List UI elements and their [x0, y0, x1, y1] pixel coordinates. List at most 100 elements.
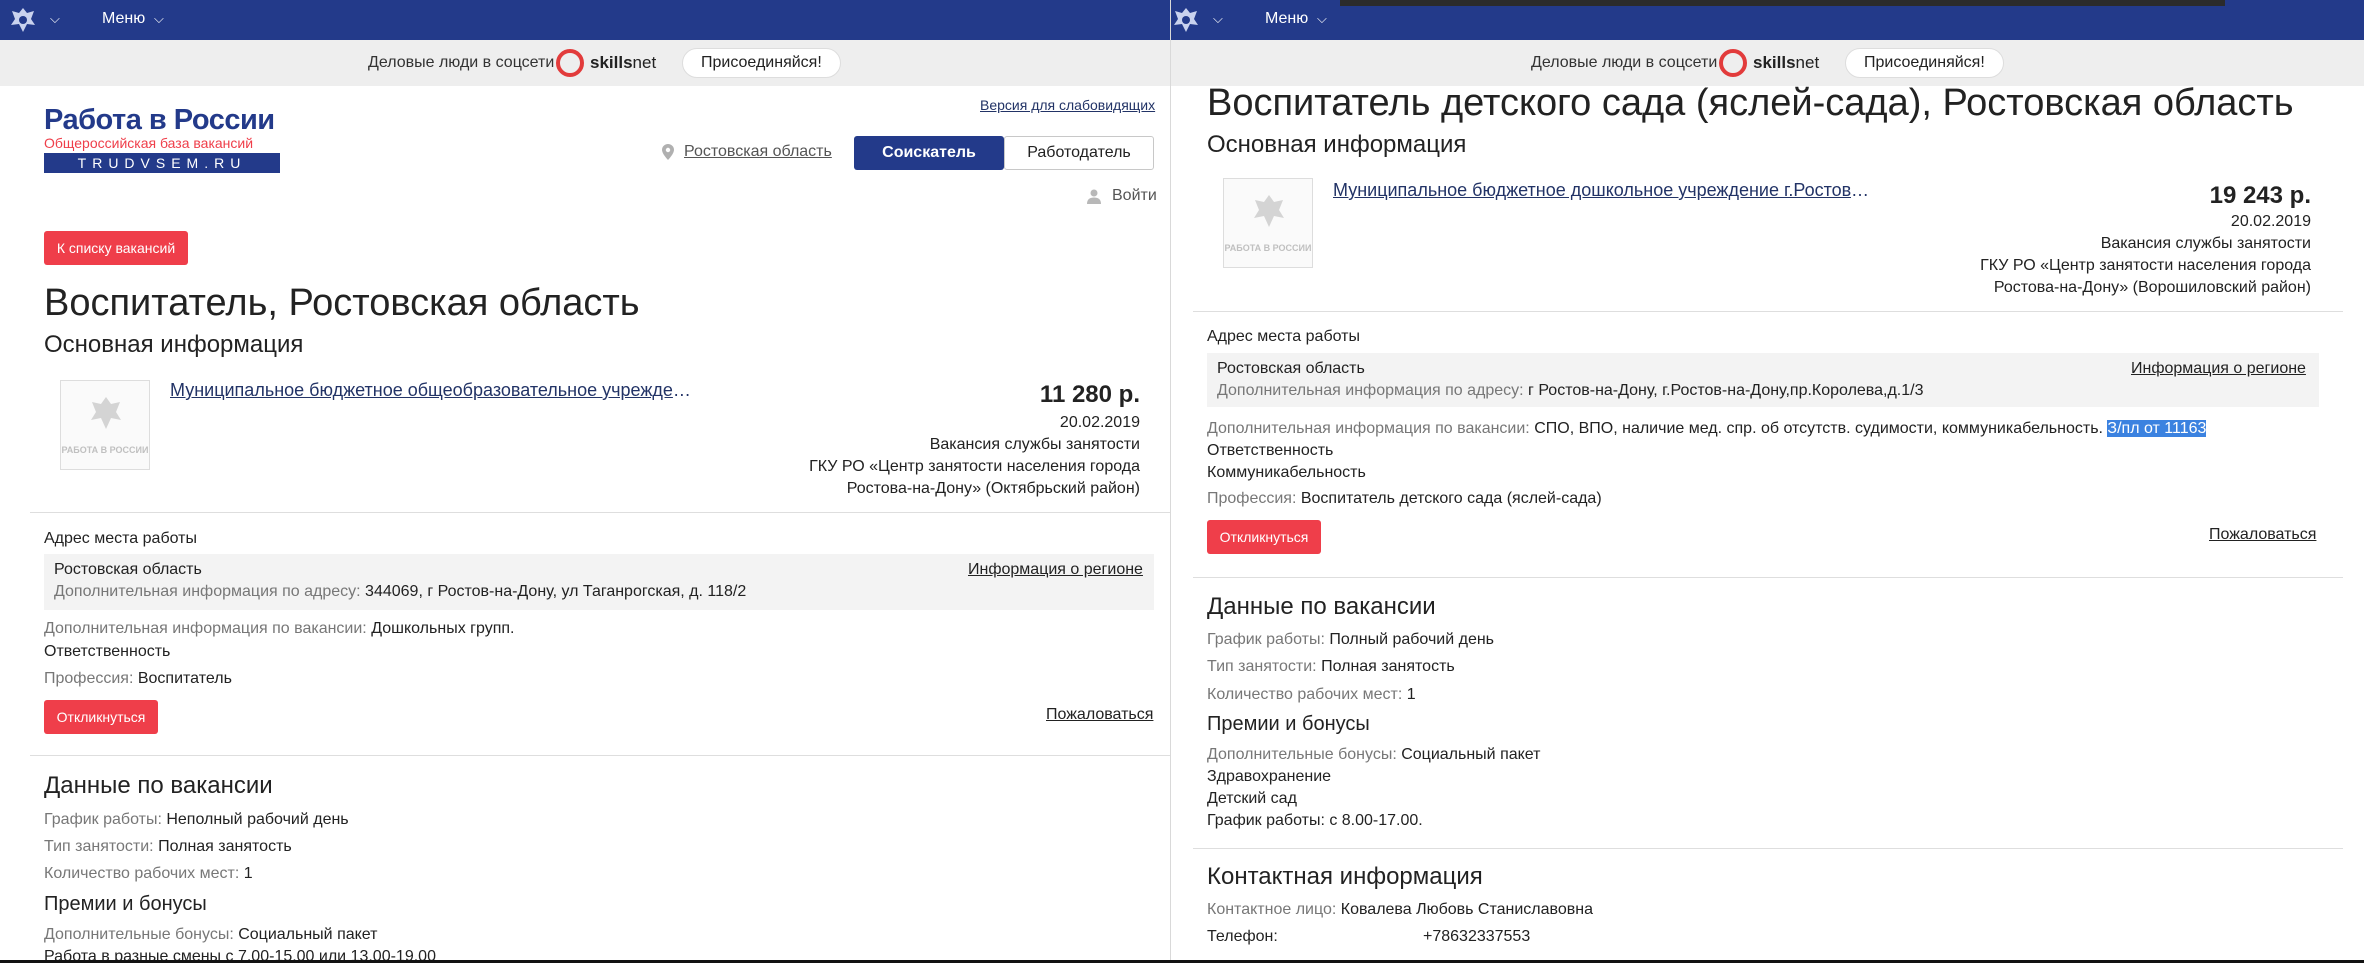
extra-info-line: Ответственность	[1207, 442, 1334, 459]
employer-logo-caption: РАБОТА В РОССИИ	[1224, 243, 1312, 253]
address-region: Ростовская область	[1217, 360, 1365, 377]
bonus-line: График работы: с 8.00-17.00.	[1207, 812, 1423, 829]
divider	[1193, 311, 2343, 312]
agency-line: ГКУ РО «Центр занятости населения города	[809, 458, 1140, 475]
places-count: Количество рабочих мест: 1	[1207, 686, 1416, 704]
selected-text[interactable]: З/пл от 11163	[2107, 420, 2207, 437]
chevron-down-icon[interactable]: ⌵	[50, 11, 60, 27]
coat-of-arms-icon	[91, 397, 121, 429]
back-to-list-button[interactable]: К списку вакансий	[44, 231, 188, 265]
vacancy-date: 20.02.2019	[1059, 414, 1140, 431]
extra-info-label: Дополнительная информация по вакансии:	[44, 620, 367, 637]
tab-employer[interactable]: Работодатель	[1004, 136, 1154, 170]
coat-of-arms-icon[interactable]	[8, 5, 38, 35]
places-label: Количество рабочих мест:	[44, 865, 240, 882]
menu-button[interactable]: Меню	[1265, 10, 1308, 28]
user-icon[interactable]	[1086, 188, 1102, 204]
employment-type: Тип занятости: Полная занятость	[44, 838, 292, 856]
employment-value: Полная занятость	[1321, 658, 1455, 675]
section-vacancy-data: Данные по вакансии	[1207, 593, 1436, 620]
top-navigation-bar: ⌵ Меню ⌵	[0, 0, 1170, 40]
vacancy-date: 20.02.2019	[2230, 213, 2311, 230]
respond-button[interactable]: Откликнуться	[44, 700, 158, 734]
address-region: Ростовская область	[54, 561, 202, 578]
bonus-line: Детский сад	[1207, 790, 1297, 807]
vacancy-source: Вакансия службы занятости	[929, 436, 1140, 453]
section-bonuses: Премии и бонусы	[1207, 713, 1370, 735]
address-section-title: Адрес места работы	[44, 530, 197, 547]
top-navigation-bar: ⌵ Меню ⌵	[1171, 0, 2364, 40]
employer-name-link[interactable]: Муниципальное бюджетное дошкольное учреж…	[1333, 180, 1873, 201]
profession-label: Профессия:	[1207, 490, 1297, 507]
profession-label: Профессия:	[44, 670, 134, 687]
left-browser-pane: ⌵ Меню ⌵ Деловые люди в соцсети skillsne…	[0, 0, 1170, 960]
address-extra: Дополнительная информация по адресу: г Р…	[1217, 382, 1924, 400]
skillsnet-logo[interactable]: skillsnet	[590, 53, 656, 73]
skillsnet-banner: Деловые люди в соцсети skillsnet Присоед…	[0, 40, 1170, 86]
region-info-link[interactable]: Информация о регионе	[2131, 360, 2306, 378]
region-selector-link[interactable]: Ростовская область	[684, 143, 832, 161]
coat-of-arms-icon	[1254, 195, 1284, 227]
agency-line: Ростова-на-Дону» (Ворошиловский район)	[1993, 279, 2311, 296]
divider	[1193, 848, 2343, 849]
places-value: 1	[243, 865, 253, 882]
bonus-label: Дополнительные бонусы:	[44, 926, 234, 943]
employer-logo-caption: РАБОТА В РОССИИ	[61, 445, 149, 455]
chevron-down-icon[interactable]: ⌵	[1213, 11, 1223, 27]
join-button[interactable]: Присоединяйся!	[682, 48, 841, 78]
section-bonuses: Премии и бонусы	[44, 893, 207, 915]
skillsnet-gear-icon	[1719, 49, 1747, 77]
complain-link[interactable]: Пожаловаться	[1046, 706, 1153, 724]
phone-value[interactable]: +78632337553	[1423, 928, 1530, 946]
schedule-label: График работы:	[1207, 631, 1325, 648]
window-edge-strip	[1340, 0, 2225, 6]
section-main-info: Основная информация	[1207, 131, 1467, 158]
tab-seeker[interactable]: Соискатель	[854, 136, 1004, 170]
contact-person: Контактное лицо: Ковалева Любовь Станисл…	[1207, 901, 1593, 919]
places-count: Количество рабочих мест: 1	[44, 865, 253, 883]
bonus-label: Дополнительные бонусы:	[1207, 746, 1397, 763]
employer-name-link[interactable]: Муниципальное бюджетное общеобразователь…	[170, 380, 700, 401]
extra-info-line: Коммуникабельность	[1207, 464, 1366, 481]
chevron-down-icon[interactable]: ⌵	[1317, 11, 1327, 27]
accessibility-link[interactable]: Версия для слабовидящих	[980, 97, 1155, 113]
coat-of-arms-icon[interactable]	[1171, 5, 1201, 35]
respond-button[interactable]: Откликнуться	[1207, 520, 1321, 554]
bonus-line: Работа в разные смены с 7.00-15.00 или 1…	[44, 948, 436, 960]
vacancy-source: Вакансия службы занятости	[2100, 235, 2311, 252]
chevron-down-icon[interactable]: ⌵	[154, 11, 164, 27]
schedule-label: График работы:	[44, 811, 162, 828]
join-button[interactable]: Присоединяйся!	[1845, 48, 2004, 78]
bonuses: Дополнительные бонусы: Социальный пакет	[44, 926, 378, 944]
salary: 11 280 р.	[1039, 381, 1140, 408]
employer-logo: РАБОТА В РОССИИ	[60, 380, 150, 470]
section-contacts: Контактная информация	[1207, 863, 1483, 890]
employment-value: Полная занятость	[158, 838, 292, 855]
screen-bottom-edge	[0, 960, 2364, 974]
extra-info-value: Дошкольных групп.	[371, 620, 515, 637]
profession-value: Воспитатель детского сада (яслей-сада)	[1300, 490, 1602, 507]
address-extra-label: Дополнительная информация по адресу:	[1217, 382, 1524, 399]
divider	[30, 755, 1170, 756]
menu-button[interactable]: Меню	[102, 10, 145, 28]
skillsnet-logo[interactable]: skillsnet	[1753, 53, 1819, 73]
address-section-title: Адрес места работы	[1207, 328, 1360, 345]
salary: 19 243 р.	[2209, 182, 2311, 209]
logo-subtitle: Общероссийская база вакансий	[44, 135, 254, 151]
login-link[interactable]: Войти	[1112, 187, 1157, 205]
complain-link[interactable]: Пожаловаться	[2209, 526, 2316, 544]
skillsnet-banner: Деловые люди в соцсети skillsnet Присоед…	[1171, 40, 2364, 86]
places-label: Количество рабочих мест:	[1207, 686, 1403, 703]
region-info-link[interactable]: Информация о регионе	[968, 561, 1143, 579]
skillsnet-logo-part: skills	[590, 53, 633, 72]
site-logo[interactable]: Работа в России Общероссийская база вака…	[44, 104, 280, 176]
employment-label: Тип занятости:	[1207, 658, 1317, 675]
employment-label: Тип занятости:	[44, 838, 154, 855]
employment-type: Тип занятости: Полная занятость	[1207, 658, 1455, 676]
profession-value: Воспитатель	[137, 670, 232, 687]
schedule-value: Неполный рабочий день	[166, 811, 349, 828]
divider	[1193, 577, 2343, 578]
banner-text: Деловые люди в соцсети	[368, 54, 555, 71]
schedule: График работы: Неполный рабочий день	[44, 811, 349, 829]
skillsnet-logo-part: net	[632, 53, 657, 72]
